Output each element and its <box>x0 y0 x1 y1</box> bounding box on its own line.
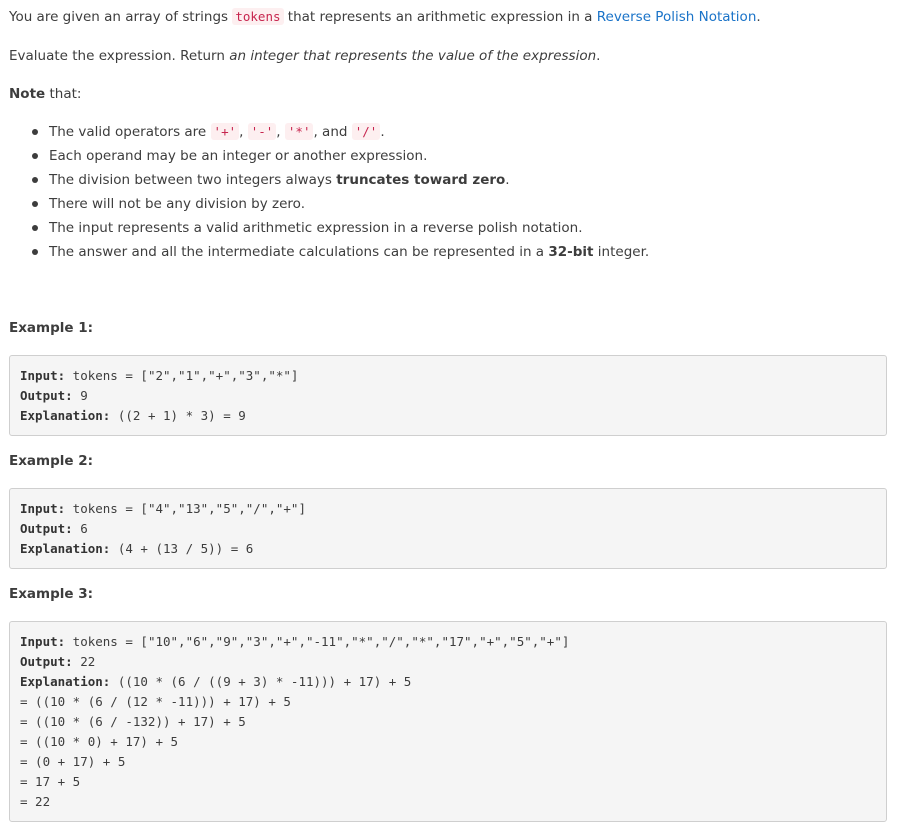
separator: , <box>276 124 285 140</box>
intro-text: You are given an array of strings <box>9 9 233 25</box>
explanation-step: = 22 <box>20 794 51 809</box>
evaluate-text: Evaluate the expression. Return <box>9 48 230 64</box>
note-bold: Note <box>9 86 46 102</box>
output-line: Output: 6 <box>20 519 876 539</box>
note-bold: 32-bit <box>548 244 594 260</box>
evaluate-emphasis: an integer that represents the value of … <box>229 48 597 64</box>
example-1-block: Input: tokens = ["2","1","+","3","*"] Ou… <box>9 355 887 436</box>
explanation-step: = ((10 * (6 / (12 * -11))) + 17) + 5 <box>20 694 291 709</box>
explanation-value: ((10 * (6 / ((9 + 3) * -11))) + 17) + 5 <box>110 674 412 689</box>
operator-minus-code: '-' <box>247 123 277 140</box>
output-value: 6 <box>72 521 88 536</box>
period: . <box>505 172 510 188</box>
evaluate-period: . <box>596 48 601 64</box>
note-text: integer. <box>593 244 650 260</box>
output-value: 22 <box>72 654 96 669</box>
list-item: There will not be any division by zero. <box>9 192 649 216</box>
example-3-block: Input: tokens = ["10","6","9","3","+","-… <box>9 621 887 822</box>
explanation-label: Explanation: <box>20 541 111 556</box>
intro-period: . <box>756 9 761 25</box>
note-text: The answer and all the intermediate calc… <box>49 244 549 260</box>
list-item: The answer and all the intermediate calc… <box>9 240 649 264</box>
explanation-line: Explanation: ((2 + 1) * 3) = 9 <box>20 406 876 426</box>
explanation-step: = ((10 * 0) + 17) + 5 <box>20 734 179 749</box>
input-line: Input: tokens = ["2","1","+","3","*"] <box>20 366 876 386</box>
input-line: Input: tokens = ["10","6","9","3","+","-… <box>20 632 876 652</box>
list-item: The valid operators are '+', '-', '*', a… <box>9 120 649 144</box>
notes-list: The valid operators are '+', '-', '*', a… <box>9 120 649 264</box>
explanation-step: = 17 + 5 <box>20 774 81 789</box>
list-item: The division between two integers always… <box>9 168 649 192</box>
input-value: tokens = ["2","1","+","3","*"] <box>65 368 299 383</box>
output-label: Output: <box>20 388 73 403</box>
note-heading: Note that: <box>9 84 81 104</box>
output-line: Output: 9 <box>20 386 876 406</box>
input-label: Input: <box>20 634 66 649</box>
intro-text-2: that represents an arithmetic expression… <box>283 9 597 25</box>
evaluate-paragraph: Evaluate the expression. Return an integ… <box>9 46 600 66</box>
explanation-label: Explanation: <box>20 408 111 423</box>
input-value: tokens = ["4","13","5","/","+"] <box>65 501 306 516</box>
explanation-line: Explanation: (4 + (13 / 5)) = 6 <box>20 539 876 559</box>
input-label: Input: <box>20 368 66 383</box>
output-label: Output: <box>20 521 73 536</box>
list-item: Each operand may be an integer or anothe… <box>9 144 649 168</box>
list-item: The input represents a valid arithmetic … <box>9 216 649 240</box>
explanation-line: Explanation: ((10 * (6 / ((9 + 3) * -11)… <box>20 672 876 692</box>
note-rest: that: <box>45 86 82 102</box>
input-line: Input: tokens = ["4","13","5","/","+"] <box>20 499 876 519</box>
note-text: The valid operators are <box>49 124 211 140</box>
explanation-label: Explanation: <box>20 674 111 689</box>
separator: , <box>239 124 248 140</box>
example-2-title: Example 2: <box>9 453 94 469</box>
period: . <box>380 124 385 140</box>
output-value: 9 <box>72 388 88 403</box>
input-label: Input: <box>20 501 66 516</box>
separator: , and <box>313 124 352 140</box>
explanation-value: ((2 + 1) * 3) = 9 <box>110 408 246 423</box>
operator-plus-code: '+' <box>210 123 240 140</box>
note-bold: truncates toward zero <box>336 172 506 188</box>
tokens-code: tokens <box>232 8 284 25</box>
intro-paragraph: You are given an array of strings tokens… <box>9 7 761 27</box>
example-2-block: Input: tokens = ["4","13","5","/","+"] O… <box>9 488 887 569</box>
explanation-value: (4 + (13 / 5)) = 6 <box>110 541 254 556</box>
note-text: The division between two integers always <box>49 172 337 188</box>
explanation-step: = (0 + 17) + 5 <box>20 754 126 769</box>
example-1-title: Example 1: <box>9 320 94 336</box>
input-value: tokens = ["10","6","9","3","+","-11","*"… <box>65 634 570 649</box>
operator-multiply-code: '*' <box>284 123 314 140</box>
reverse-polish-notation-link[interactable]: Reverse Polish Notation <box>597 9 757 25</box>
output-label: Output: <box>20 654 73 669</box>
operator-divide-code: '/' <box>351 123 381 140</box>
explanation-step: = ((10 * (6 / -132)) + 17) + 5 <box>20 714 246 729</box>
example-3-title: Example 3: <box>9 586 94 602</box>
output-line: Output: 22 <box>20 652 876 672</box>
